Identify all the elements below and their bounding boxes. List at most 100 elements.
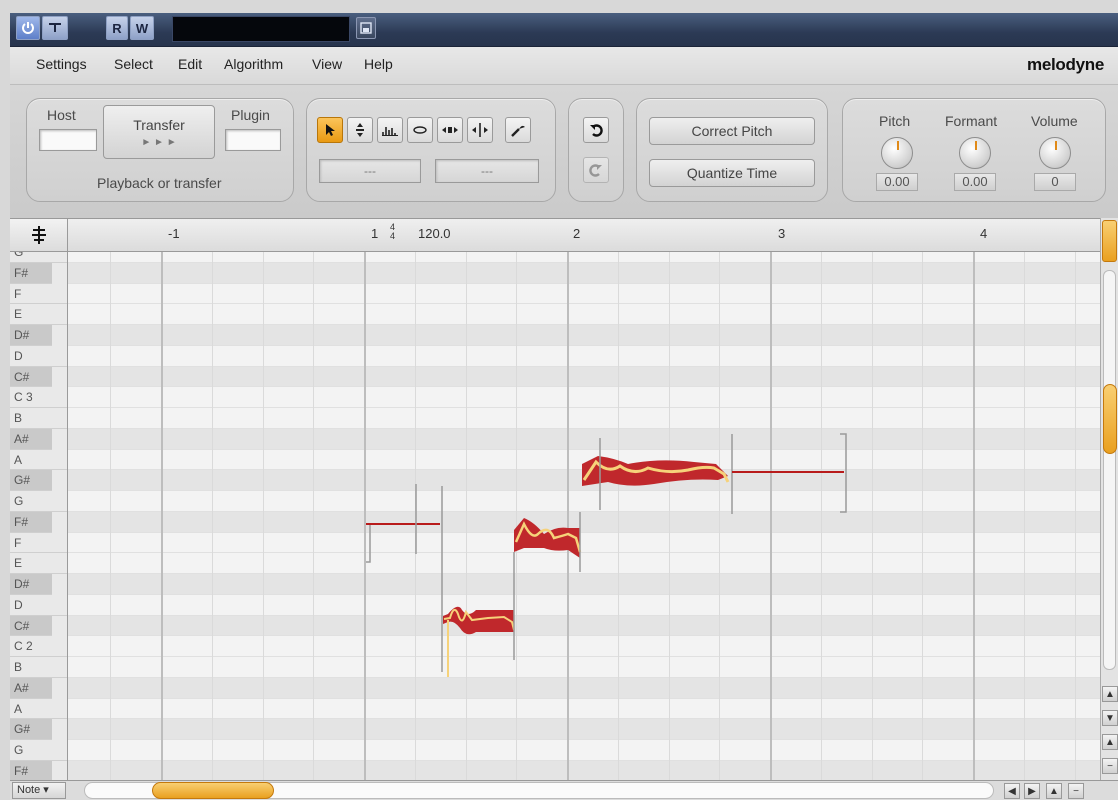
- piano-key[interactable]: G#: [10, 470, 52, 491]
- note-mode-select[interactable]: Note ▾: [12, 782, 66, 799]
- toolbar: Host Transfer ► ► ► Plugin Playback or t…: [10, 85, 1118, 218]
- preset-display[interactable]: [172, 16, 350, 42]
- transfer-button[interactable]: Transfer ► ► ►: [103, 105, 215, 159]
- note-mode-label: Note: [17, 784, 41, 796]
- piano-key[interactable]: G#: [10, 719, 52, 740]
- piano-key[interactable]: D: [10, 595, 67, 616]
- piano-key[interactable]: C 3: [10, 387, 67, 408]
- undo-icon[interactable]: [583, 117, 609, 143]
- piano-key[interactable]: A#: [10, 428, 52, 450]
- piano-key[interactable]: D: [10, 346, 67, 367]
- scroll-up-icon[interactable]: ▲: [1102, 686, 1118, 702]
- ruler-marker-minus1: -1: [168, 226, 180, 241]
- quantize-time-button[interactable]: Quantize Time: [649, 159, 815, 187]
- piano-key[interactable]: F: [10, 284, 67, 305]
- piano-key[interactable]: D#: [10, 325, 52, 346]
- scroll-track[interactable]: [1103, 270, 1116, 670]
- tools-panel: --- ---: [306, 98, 556, 202]
- horizontal-scrollbar[interactable]: Note ▾ ◀ ▶ ▲ −: [10, 780, 1118, 800]
- amplitude-tool-icon[interactable]: [377, 117, 403, 143]
- separation-tool-icon[interactable]: [467, 117, 493, 143]
- piano-key[interactable]: G: [10, 252, 67, 263]
- volume-label: Volume: [1031, 113, 1078, 129]
- pitch-value: 0.00: [876, 173, 918, 191]
- tempo-value[interactable]: 120.0: [418, 226, 451, 241]
- piano-key[interactable]: F#: [10, 760, 52, 780]
- piano-key[interactable]: F#: [10, 262, 52, 284]
- menu-edit[interactable]: Edit: [178, 56, 202, 72]
- scroll-down-icon[interactable]: ▼: [1102, 710, 1118, 726]
- pitch-knob[interactable]: [881, 137, 913, 169]
- readout-left-text: ---: [364, 164, 376, 178]
- menu-settings[interactable]: Settings: [36, 56, 87, 72]
- piano-key[interactable]: G: [10, 740, 67, 761]
- timeline-ruler[interactable]: -1 1 4 4 120.0 2 3 4: [10, 218, 1100, 252]
- melodyne-logo: melodyne: [1027, 55, 1104, 74]
- readout-right: ---: [435, 159, 539, 183]
- piano-key[interactable]: G: [10, 491, 67, 512]
- host-field[interactable]: [39, 129, 97, 151]
- piano-key[interactable]: B: [10, 657, 67, 678]
- horizontal-scroll-thumb[interactable]: [152, 782, 274, 799]
- piano-key[interactable]: C 2: [10, 636, 67, 657]
- piano-key[interactable]: C#: [10, 615, 52, 637]
- menu-bar: Settings Select Edit Algorithm View Help…: [10, 47, 1118, 85]
- time-tool-icon[interactable]: [437, 117, 463, 143]
- plugin-field[interactable]: [225, 129, 281, 151]
- pitch-tool-icon[interactable]: [347, 117, 373, 143]
- plugin-label: Plugin: [231, 107, 270, 123]
- notes-layer: [366, 433, 847, 677]
- vertical-scrollbar[interactable]: ▲ ▼ ▲ −: [1100, 218, 1118, 780]
- menu-view[interactable]: View: [312, 56, 342, 72]
- volume-knob[interactable]: [1039, 137, 1071, 169]
- piano-key[interactable]: F#: [10, 511, 52, 533]
- zoom-out-icon[interactable]: −: [1102, 758, 1118, 774]
- redo-icon[interactable]: [583, 157, 609, 183]
- piano-key[interactable]: A: [10, 450, 67, 471]
- power-icon[interactable]: [16, 16, 40, 40]
- ruler-mode-icon[interactable]: [10, 219, 68, 251]
- time-sig-bottom: 4: [390, 231, 396, 241]
- piano-key[interactable]: A: [10, 699, 67, 720]
- vertical-scroll-thumb[interactable]: [1103, 384, 1117, 454]
- piano-key[interactable]: D#: [10, 574, 52, 595]
- formant-knob[interactable]: [959, 137, 991, 169]
- readout-left: ---: [319, 159, 421, 183]
- time-signature: 4 4: [390, 223, 395, 241]
- scroll-right-icon[interactable]: ▶: [1024, 783, 1040, 799]
- piano-key[interactable]: E: [10, 553, 67, 574]
- pitch-ruler[interactable]: G F# F E D# D C# C 3 B A# A G# G F# F E D# D C# C 2 B A# A G# G F…: [10, 252, 68, 780]
- formant-value: 0.00: [954, 173, 996, 191]
- piano-key[interactable]: A#: [10, 677, 52, 699]
- read-automation-button[interactable]: R: [106, 16, 128, 40]
- menu-select[interactable]: Select: [114, 56, 153, 72]
- zoom-button[interactable]: [1102, 220, 1117, 262]
- piano-key[interactable]: C#: [10, 366, 52, 388]
- bypass-icon[interactable]: [42, 16, 68, 40]
- formant-label: Formant: [945, 113, 998, 129]
- menu-help[interactable]: Help: [364, 56, 393, 72]
- piano-key[interactable]: F: [10, 533, 67, 554]
- waveform-zoom-icon[interactable]: ▲: [1102, 734, 1118, 750]
- horizontal-zoom-icon[interactable]: ▲: [1046, 783, 1062, 799]
- transfer-label: Transfer: [133, 116, 185, 133]
- piano-key[interactable]: E: [10, 304, 67, 325]
- write-automation-button[interactable]: W: [130, 16, 154, 40]
- ruler-marker-4: 4: [980, 226, 988, 241]
- piano-key[interactable]: B: [10, 408, 67, 429]
- ruler-marker-1: 1: [371, 226, 379, 241]
- correct-pitch-button[interactable]: Correct Pitch: [649, 117, 815, 145]
- undo-redo-panel: [568, 98, 624, 202]
- menu-algorithm[interactable]: Algorithm: [224, 56, 283, 72]
- formant-tool-icon[interactable]: [407, 117, 433, 143]
- scroll-left-icon[interactable]: ◀: [1004, 783, 1020, 799]
- note-blob[interactable]: [366, 523, 371, 563]
- settings-tool-icon[interactable]: [505, 117, 531, 143]
- ruler-marker-3: 3: [778, 226, 786, 241]
- horizontal-zoom-out-icon[interactable]: −: [1068, 783, 1084, 799]
- save-icon[interactable]: [356, 17, 376, 39]
- note-editor[interactable]: [68, 252, 1100, 780]
- readout-right-text: ---: [481, 164, 493, 178]
- main-tool-icon[interactable]: [317, 117, 343, 143]
- host-label: Host: [47, 107, 76, 123]
